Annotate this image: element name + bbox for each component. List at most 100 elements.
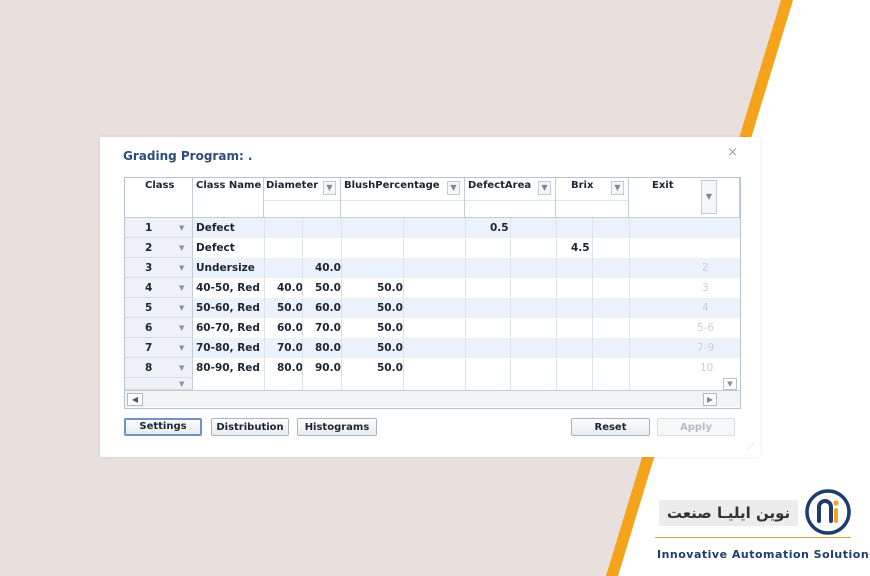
chevron-down-icon[interactable]: ▼ xyxy=(701,180,717,214)
diameter-min-cell[interactable]: 60.0 xyxy=(277,318,303,338)
grading-program-dialog: Grading Program: . × Class Class Name Di… xyxy=(100,137,760,457)
brand-tagline: Innovative Automation Solutions xyxy=(657,548,870,561)
exit-cell[interactable]: 5-6 xyxy=(697,318,714,338)
column-header-exit[interactable]: Exit ▼ xyxy=(629,178,740,218)
column-header-brix[interactable]: Brix ▼ xyxy=(556,178,629,218)
column-divider xyxy=(264,218,265,390)
resize-grip-icon[interactable]: ⋰ xyxy=(746,442,754,451)
chevron-down-icon[interactable]: ▼ xyxy=(179,218,184,238)
exit-cell[interactable]: 2 xyxy=(702,258,709,278)
class-name-cell[interactable]: 50-60, Red xyxy=(196,298,260,318)
diameter-min-cell[interactable]: 40.0 xyxy=(277,278,303,298)
chevron-down-icon[interactable]: ▼ xyxy=(179,278,184,298)
chevron-down-icon[interactable]: ▼ xyxy=(447,181,460,195)
exit-cell[interactable]: 7-9 xyxy=(697,338,714,358)
row-class-cell[interactable]: 6 ▼ xyxy=(125,318,193,338)
row-class-cell[interactable]: 5 ▼ xyxy=(125,298,193,318)
class-name-cell[interactable]: 60-70, Red xyxy=(196,318,260,338)
scroll-down-icon[interactable]: ▼ xyxy=(723,378,737,390)
exit-cell[interactable]: 3 xyxy=(702,278,709,298)
chevron-down-icon[interactable]: ▼ xyxy=(179,338,184,358)
row-class-cell[interactable]: 7 ▼ xyxy=(125,338,193,358)
blush-min-cell[interactable]: 50.0 xyxy=(377,298,403,318)
histograms-button[interactable]: Histograms xyxy=(297,418,377,436)
chevron-down-icon[interactable]: ▼ xyxy=(179,238,184,258)
diameter-min-cell[interactable]: 80.0 xyxy=(277,358,303,378)
blush-min-cell[interactable]: 50.0 xyxy=(377,278,403,298)
table-row[interactable]: 4 ▼ 40-50, Red 40.0 50.0 50.0 3 xyxy=(125,278,740,298)
table-row[interactable]: 3 ▼ Undersize 40.0 2 xyxy=(125,258,740,278)
column-divider xyxy=(592,218,593,390)
company-logo-icon xyxy=(805,489,851,535)
dialog-title: Grading Program: . xyxy=(123,149,253,163)
reset-button[interactable]: Reset xyxy=(571,418,650,436)
exit-cell[interactable]: 4 xyxy=(702,298,709,318)
row-class-cell[interactable]: ▼ xyxy=(125,378,193,390)
brix-cell[interactable]: 4.5 xyxy=(571,238,590,258)
blush-min-cell[interactable]: 50.0 xyxy=(377,338,403,358)
chevron-down-icon[interactable]: ▼ xyxy=(611,181,624,195)
column-header-label: Class xyxy=(145,180,175,191)
column-header-label: DefectArea xyxy=(468,180,532,191)
column-header-label: Exit xyxy=(652,180,674,191)
distribution-button[interactable]: Distribution xyxy=(211,418,289,436)
close-icon[interactable]: × xyxy=(727,145,738,160)
class-name-cell[interactable]: 40-50, Red xyxy=(196,278,260,298)
diameter-filter[interactable] xyxy=(264,200,340,216)
brand-divider xyxy=(655,537,851,538)
row-class-cell[interactable]: 2 ▼ xyxy=(125,238,193,258)
chevron-down-icon[interactable]: ▼ xyxy=(179,258,184,278)
new-row[interactable]: ▼ xyxy=(125,378,740,390)
diameter-max-cell[interactable]: 60.0 xyxy=(315,298,341,318)
scroll-left-icon[interactable]: ◀ xyxy=(127,393,143,406)
brix-filter[interactable] xyxy=(556,200,628,216)
table-row[interactable]: 1 ▼ Defect 0.5 xyxy=(125,218,740,238)
row-class-value: 1 xyxy=(145,222,153,234)
column-header-class-name[interactable]: Class Name xyxy=(193,178,264,218)
table-row[interactable]: 8 ▼ 80-90, Red 80.0 90.0 50.0 10 xyxy=(125,358,740,378)
class-name-cell[interactable]: Defect xyxy=(196,218,235,238)
table-row[interactable]: 7 ▼ 70-80, Red 70.0 80.0 50.0 7-9 xyxy=(125,338,740,358)
class-name-cell[interactable]: Undersize xyxy=(196,258,255,278)
column-header-class[interactable]: Class xyxy=(125,178,193,218)
column-header-diameter[interactable]: Diameter ▼ xyxy=(264,178,341,218)
chevron-down-icon[interactable]: ▼ xyxy=(179,318,184,338)
diameter-max-cell[interactable]: 40.0 xyxy=(315,258,341,278)
exit-cell[interactable]: 10 xyxy=(700,358,713,378)
scroll-right-icon[interactable]: ▶ xyxy=(703,393,717,406)
table-row[interactable]: 6 ▼ 60-70, Red 60.0 70.0 50.0 5-6 xyxy=(125,318,740,338)
column-header-defect-area[interactable]: DefectArea ▼ xyxy=(465,178,556,218)
class-name-cell[interactable]: Defect xyxy=(196,238,235,258)
defect-area-filter[interactable] xyxy=(465,200,555,216)
diameter-min-cell[interactable]: 70.0 xyxy=(277,338,303,358)
horizontal-scrollbar[interactable]: ◀ ▶ xyxy=(125,390,740,407)
chevron-down-icon[interactable]: ▼ xyxy=(179,298,184,318)
column-header-blush-percentage[interactable]: BlushPercentage ▼ xyxy=(341,178,465,218)
diameter-max-cell[interactable]: 80.0 xyxy=(315,338,341,358)
row-class-cell[interactable]: 1 ▼ xyxy=(125,218,193,238)
blush-filter[interactable] xyxy=(341,200,464,216)
row-class-cell[interactable]: 3 ▼ xyxy=(125,258,193,278)
blush-min-cell[interactable]: 50.0 xyxy=(377,358,403,378)
chevron-down-icon[interactable]: ▼ xyxy=(538,181,551,195)
chevron-down-icon[interactable]: ▼ xyxy=(323,181,336,195)
diameter-max-cell[interactable]: 70.0 xyxy=(315,318,341,338)
row-class-cell[interactable]: 4 ▼ xyxy=(125,278,193,298)
class-name-cell[interactable]: 70-80, Red xyxy=(196,338,260,358)
chevron-down-icon[interactable]: ▼ xyxy=(179,378,184,390)
table-row[interactable]: 2 ▼ Defect 4.5 xyxy=(125,238,740,258)
row-class-cell[interactable]: 8 ▼ xyxy=(125,358,193,378)
blush-min-cell[interactable]: 50.0 xyxy=(377,318,403,338)
column-header-label: Diameter xyxy=(266,180,319,191)
row-class-value: 4 xyxy=(145,282,153,294)
diameter-max-cell[interactable]: 50.0 xyxy=(315,278,341,298)
settings-button[interactable]: Settings xyxy=(124,418,202,436)
class-grid[interactable]: Class Class Name Diameter ▼ BlushPercent… xyxy=(124,177,741,409)
defect-area-cell[interactable]: 0.5 xyxy=(490,218,509,238)
apply-button[interactable]: Apply xyxy=(657,418,735,436)
class-name-cell[interactable]: 80-90, Red xyxy=(196,358,260,378)
chevron-down-icon[interactable]: ▼ xyxy=(179,358,184,378)
table-row[interactable]: 5 ▼ 50-60, Red 50.0 60.0 50.0 4 xyxy=(125,298,740,318)
diameter-max-cell[interactable]: 90.0 xyxy=(315,358,341,378)
diameter-min-cell[interactable]: 50.0 xyxy=(277,298,303,318)
